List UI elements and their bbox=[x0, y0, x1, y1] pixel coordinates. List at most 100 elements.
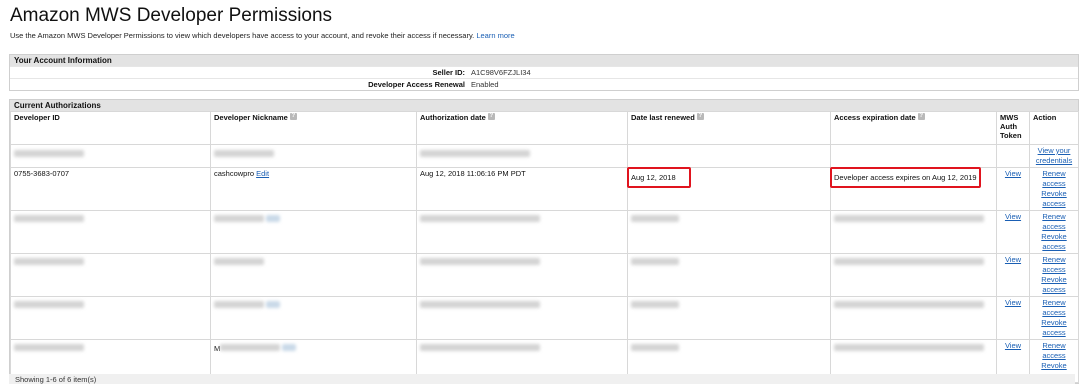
mws-permissions-page: Amazon MWS Developer Permissions Use the… bbox=[0, 0, 1080, 384]
redacted-text bbox=[420, 301, 540, 308]
revoke-access-link[interactable]: Revoke access bbox=[1033, 275, 1075, 295]
renew-access-link[interactable]: Renew access bbox=[1033, 169, 1075, 189]
action-cell: Renew accessRevoke access bbox=[1029, 210, 1079, 254]
renew-access-link[interactable]: Renew access bbox=[1033, 212, 1075, 232]
table-row: View your credentials bbox=[10, 144, 1079, 168]
col-auth-date-label: Authorization date bbox=[420, 113, 486, 122]
expiration-date: Aug 12, 2019 bbox=[931, 173, 977, 182]
col-nickname-label: Developer Nickname bbox=[214, 113, 288, 122]
col-last-renewed-label: Date last renewed bbox=[631, 113, 695, 122]
token-cell: View bbox=[996, 210, 1030, 254]
account-info-heading: Your Account Information bbox=[10, 55, 1078, 66]
redacted-text bbox=[631, 344, 679, 351]
seller-id-value: A1C98V6FZJLI34 bbox=[471, 68, 531, 77]
redacted-text bbox=[266, 301, 281, 308]
account-info-section: Your Account Information Seller ID: A1C9… bbox=[9, 54, 1079, 91]
redacted-text bbox=[420, 215, 540, 222]
redacted-text bbox=[420, 150, 530, 157]
pagination-summary: Showing 1-6 of 6 item(s) bbox=[9, 374, 1075, 384]
redacted-text bbox=[631, 258, 679, 265]
redacted-cell bbox=[10, 144, 211, 168]
action-cell: Renew accessRevoke access bbox=[1029, 253, 1079, 297]
help-icon[interactable]: ? bbox=[487, 113, 495, 120]
empty-cell bbox=[830, 144, 997, 168]
redacted-text bbox=[14, 215, 84, 222]
last-renewed-cell: Aug 12, 2018 bbox=[627, 167, 831, 211]
redacted-cell bbox=[627, 296, 831, 340]
redacted-text bbox=[420, 258, 540, 265]
redacted-text bbox=[834, 301, 984, 308]
redacted-text bbox=[834, 344, 984, 351]
redacted-text bbox=[214, 150, 274, 157]
nickname-cell: cashcowpro Edit bbox=[210, 167, 417, 211]
col-mws-token: MWS Auth Token bbox=[996, 111, 1030, 145]
redacted-cell bbox=[10, 296, 211, 340]
table-row: View Renew access Revoke access bbox=[10, 296, 1079, 340]
redacted-cell bbox=[830, 253, 997, 297]
renew-access-link[interactable]: Renew access bbox=[1033, 298, 1075, 318]
redacted-text bbox=[214, 258, 264, 265]
redacted-text bbox=[834, 258, 984, 265]
redacted-cell bbox=[830, 210, 997, 254]
col-action: Action bbox=[1029, 111, 1079, 145]
renewal-label: Developer Access Renewal bbox=[368, 80, 465, 89]
view-credentials-link[interactable]: View your credentials bbox=[1033, 146, 1075, 166]
renew-access-link[interactable]: Renew access bbox=[1033, 255, 1075, 275]
help-icon[interactable]: ? bbox=[917, 113, 925, 120]
view-token-link[interactable]: View bbox=[1000, 298, 1026, 308]
nickname-text: cashcowpro bbox=[214, 169, 255, 178]
table-row: View Renew access Revoke access bbox=[10, 210, 1079, 254]
redacted-cell bbox=[210, 144, 417, 168]
redacted-text bbox=[282, 344, 297, 351]
col-expiration: Access expiration date? bbox=[830, 111, 997, 145]
redacted-cell bbox=[10, 253, 211, 297]
auth-date-cell: Aug 12, 2018 11:06:16 PM PDT bbox=[416, 167, 628, 211]
revoke-access-link[interactable]: Revoke access bbox=[1033, 318, 1075, 338]
revoke-access-link[interactable]: Revoke access bbox=[1033, 189, 1075, 209]
col-auth-date: Authorization date? bbox=[416, 111, 628, 145]
redacted-text bbox=[14, 258, 84, 265]
token-cell: View bbox=[996, 253, 1030, 297]
redacted-cell bbox=[416, 296, 628, 340]
redacted-cell bbox=[830, 296, 997, 340]
redacted-text bbox=[834, 215, 984, 222]
table-row: 0755-3683-0707 cashcowpro Edit Aug 12, 2… bbox=[10, 167, 1079, 211]
redacted-cell bbox=[210, 253, 417, 297]
redacted-cell bbox=[627, 210, 831, 254]
token-cell: View bbox=[996, 167, 1030, 211]
renew-access-link[interactable]: Renew access bbox=[1033, 341, 1075, 361]
edit-nickname-link[interactable]: Edit bbox=[256, 169, 269, 178]
renewal-value: Enabled bbox=[471, 80, 499, 89]
intro-text: Use the Amazon MWS Developer Permissions… bbox=[10, 31, 475, 40]
redacted-text bbox=[14, 301, 84, 308]
redacted-text bbox=[631, 301, 679, 308]
redacted-cell bbox=[627, 253, 831, 297]
expiration-cell: Developer access expires on Aug 12, 2019 bbox=[830, 167, 997, 211]
col-last-renewed: Date last renewed? bbox=[627, 111, 831, 145]
action-cell: Renew accessRevoke access bbox=[1029, 296, 1079, 340]
view-token-link[interactable]: View bbox=[1000, 255, 1026, 265]
seller-id-label: Seller ID: bbox=[432, 68, 465, 77]
page-intro: Use the Amazon MWS Developer Permissions… bbox=[10, 31, 515, 40]
redacted-text bbox=[214, 215, 264, 222]
redacted-cell bbox=[210, 210, 417, 254]
action-cell: Renew access Revoke access bbox=[1029, 167, 1079, 211]
authorizations-table: Developer ID Developer Nickname? Authori… bbox=[10, 111, 1079, 383]
token-cell: View bbox=[996, 296, 1030, 340]
learn-more-link[interactable]: Learn more bbox=[476, 31, 514, 40]
view-token-link[interactable]: View bbox=[1000, 341, 1026, 351]
col-nickname: Developer Nickname? bbox=[210, 111, 417, 145]
col-expiration-label: Access expiration date bbox=[834, 113, 916, 122]
help-icon[interactable]: ? bbox=[696, 113, 704, 120]
renewal-row: Developer Access Renewal Enabled bbox=[10, 78, 1078, 90]
table-row: View Renew access Revoke access bbox=[10, 253, 1079, 297]
view-token-link[interactable]: View bbox=[1000, 212, 1026, 222]
help-icon[interactable]: ? bbox=[289, 113, 297, 120]
table-header-row: Developer ID Developer Nickname? Authori… bbox=[10, 111, 1079, 145]
revoke-access-link[interactable]: Revoke access bbox=[1033, 232, 1075, 252]
redacted-text bbox=[14, 150, 84, 157]
col-developer-id: Developer ID bbox=[10, 111, 211, 145]
page-title: Amazon MWS Developer Permissions bbox=[10, 5, 333, 26]
view-token-link[interactable]: View bbox=[1000, 169, 1026, 179]
developer-id-cell: 0755-3683-0707 bbox=[10, 167, 211, 211]
